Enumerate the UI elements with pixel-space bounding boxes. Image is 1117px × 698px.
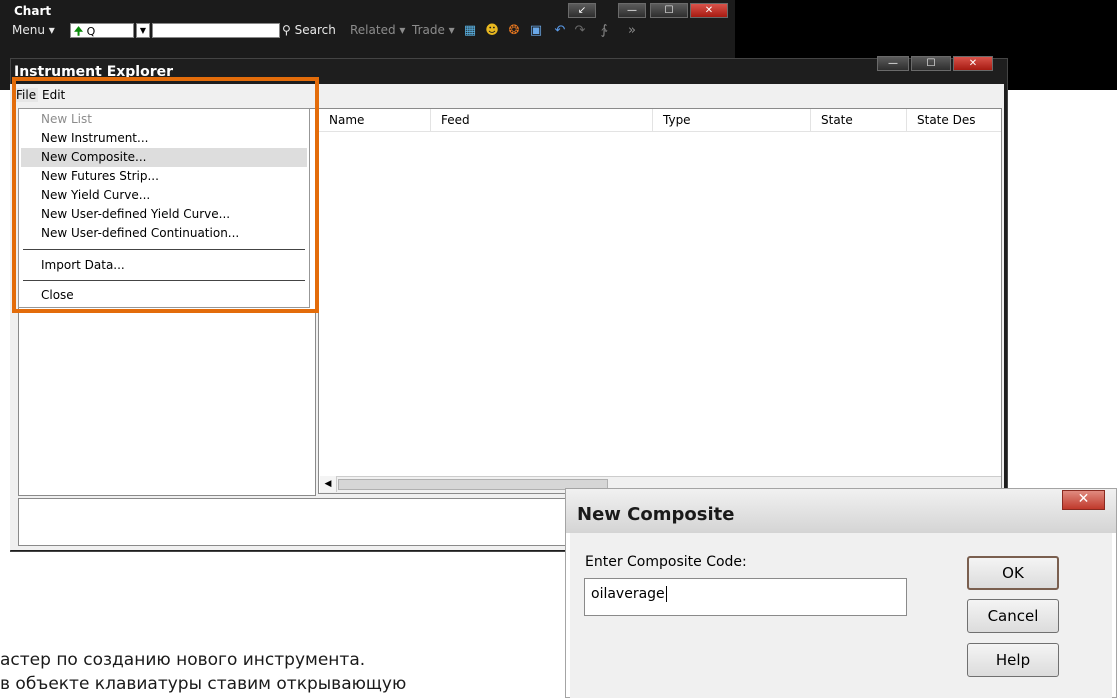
column-header-type[interactable]: Type [653,109,811,131]
column-header-feed[interactable]: Feed [431,109,653,131]
composite-code-value: oilaverage [591,586,665,602]
people-icon[interactable]: ☻ [484,23,500,39]
explorer-minimize-button[interactable]: — [877,56,909,71]
text-cursor [665,586,667,602]
chart-icon[interactable]: ▦ [462,23,478,39]
caption-text: астер по созданию нового инструмента. в … [0,648,560,696]
column-header-state-description[interactable]: State Des [907,109,1001,131]
menu-dropdown[interactable]: Menu ▾ [12,23,55,37]
dialog-close-button[interactable]: ✕ [1062,490,1105,510]
refresh-icon[interactable]: ❂ [506,23,522,39]
dialog-title: New Composite [577,504,735,525]
help-button[interactable]: Help [967,643,1059,677]
more-icon[interactable]: » [624,23,640,39]
caption-line-2: в объекте клавиатуры ставим открывающую [0,674,407,694]
undo-icon[interactable]: ↶ [552,23,568,39]
maximize-button[interactable]: ☐ [650,3,688,18]
symbol-dropdown-button[interactable]: ▼ [136,23,150,38]
highlight-frame [12,77,319,313]
composite-code-input[interactable]: oilaverage [584,578,907,616]
explorer-maximize-button[interactable]: ☐ [911,56,951,71]
up-arrow-icon: 🠉 [74,25,84,38]
trade-dropdown[interactable]: Trade ▾ [412,23,455,37]
caption-line-1: астер по созданию нового инструмента. [0,650,366,670]
search-button[interactable]: ⚲ Search [282,23,336,37]
column-header-name[interactable]: Name [319,109,431,131]
symbol-value: Q [86,25,96,38]
instrument-table-pane[interactable] [318,108,1002,494]
explorer-close-button[interactable]: ✕ [953,56,993,71]
search-icon: ⚲ [282,23,291,37]
ok-button[interactable]: OK [967,556,1059,590]
cancel-button[interactable]: Cancel [967,599,1059,633]
scroll-left-arrow-icon[interactable]: ◀ [320,476,337,492]
chart-toolbar: Menu ▾ 🠉 Q ▼ ⚲ Search Related ▾ Trade ▾ … [10,20,732,42]
restore-button[interactable]: ↙ [568,3,596,18]
related-dropdown[interactable]: Related ▾ [350,23,405,37]
close-button[interactable]: ✕ [690,3,728,18]
symbol-input[interactable] [152,23,280,38]
composite-code-label: Enter Composite Code: [585,554,747,570]
symbol-selector[interactable]: 🠉 Q [70,23,134,38]
minimize-button[interactable]: — [618,3,646,18]
chart-window-title: Chart [14,4,52,18]
redo-icon[interactable]: ↷ [572,23,588,39]
table-header: Name Feed Type State State Des [319,109,1001,132]
indicator-icon[interactable]: ∱ [596,23,612,39]
save-icon[interactable]: ▣ [528,23,544,39]
column-header-state[interactable]: State [811,109,907,131]
